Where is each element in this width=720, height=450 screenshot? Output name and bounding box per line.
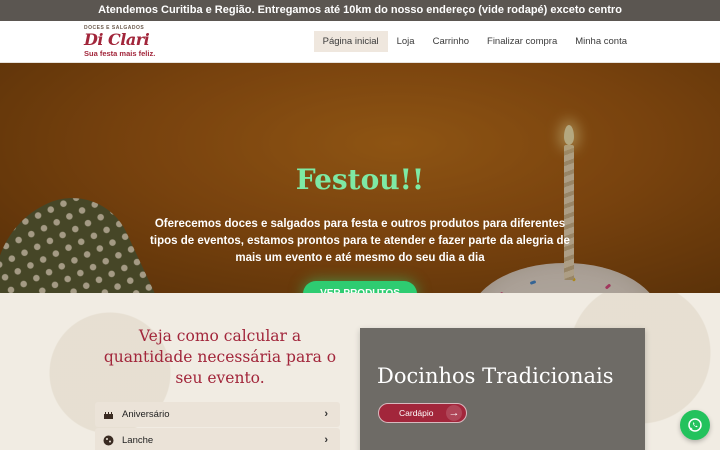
logo-tagline: Sua festa mais feliz. [84, 49, 156, 58]
hero-title: Festou!! [295, 163, 425, 196]
cookie-icon [103, 435, 114, 449]
announcement-bar: Atendemos Curitiba e Região. Entregamos … [0, 0, 720, 21]
chevron-right-icon: › [324, 408, 328, 420]
arrow-right-icon: → [446, 405, 462, 421]
accordion-item-lanche[interactable]: Lanche › [95, 428, 340, 450]
accordion-item-aniversario[interactable]: Aniversário › [95, 402, 340, 427]
nav-item-home[interactable]: Página inicial [313, 31, 388, 52]
nav-item-account[interactable]: Minha conta [566, 31, 636, 52]
content-section: Veja como calcular a quantidade necessár… [0, 293, 720, 450]
menu-button[interactable]: Cardápio → [378, 403, 467, 423]
hero-description: Oferecemos doces e salgados para festa e… [150, 218, 570, 264]
hero-banner: Festou!! Oferecemos doces e salgados par… [0, 63, 720, 293]
site-logo[interactable]: DOCES E SALGADOS Di Clari Sua festa mais… [84, 25, 164, 59]
chevron-right-icon: › [324, 434, 328, 446]
whatsapp-chat-button[interactable] [680, 410, 710, 440]
accordion-label: Aniversário [122, 409, 170, 420]
nav-item-checkout[interactable]: Finalizar compra [478, 31, 566, 52]
card-title: Docinhos Tradicionais [377, 364, 614, 388]
site-header: DOCES E SALGADOS Di Clari Sua festa mais… [0, 21, 720, 63]
nav-item-cart[interactable]: Carrinho [424, 31, 478, 52]
main-nav: Página inicial Loja Carrinho Finalizar c… [313, 31, 636, 52]
whatsapp-icon [688, 418, 702, 432]
cake-icon [103, 409, 114, 423]
nav-item-shop[interactable]: Loja [388, 31, 424, 52]
menu-button-label: Cardápio [399, 408, 434, 418]
accordion-label: Lanche [122, 435, 154, 446]
calculator-heading: Veja como calcular a quantidade necessár… [103, 327, 337, 387]
logo-brand-name: Di Clari [84, 30, 150, 49]
category-card: Docinhos Tradicionais Cardápio → [360, 328, 645, 450]
view-products-button[interactable]: VER PRODUTOS [303, 281, 417, 293]
